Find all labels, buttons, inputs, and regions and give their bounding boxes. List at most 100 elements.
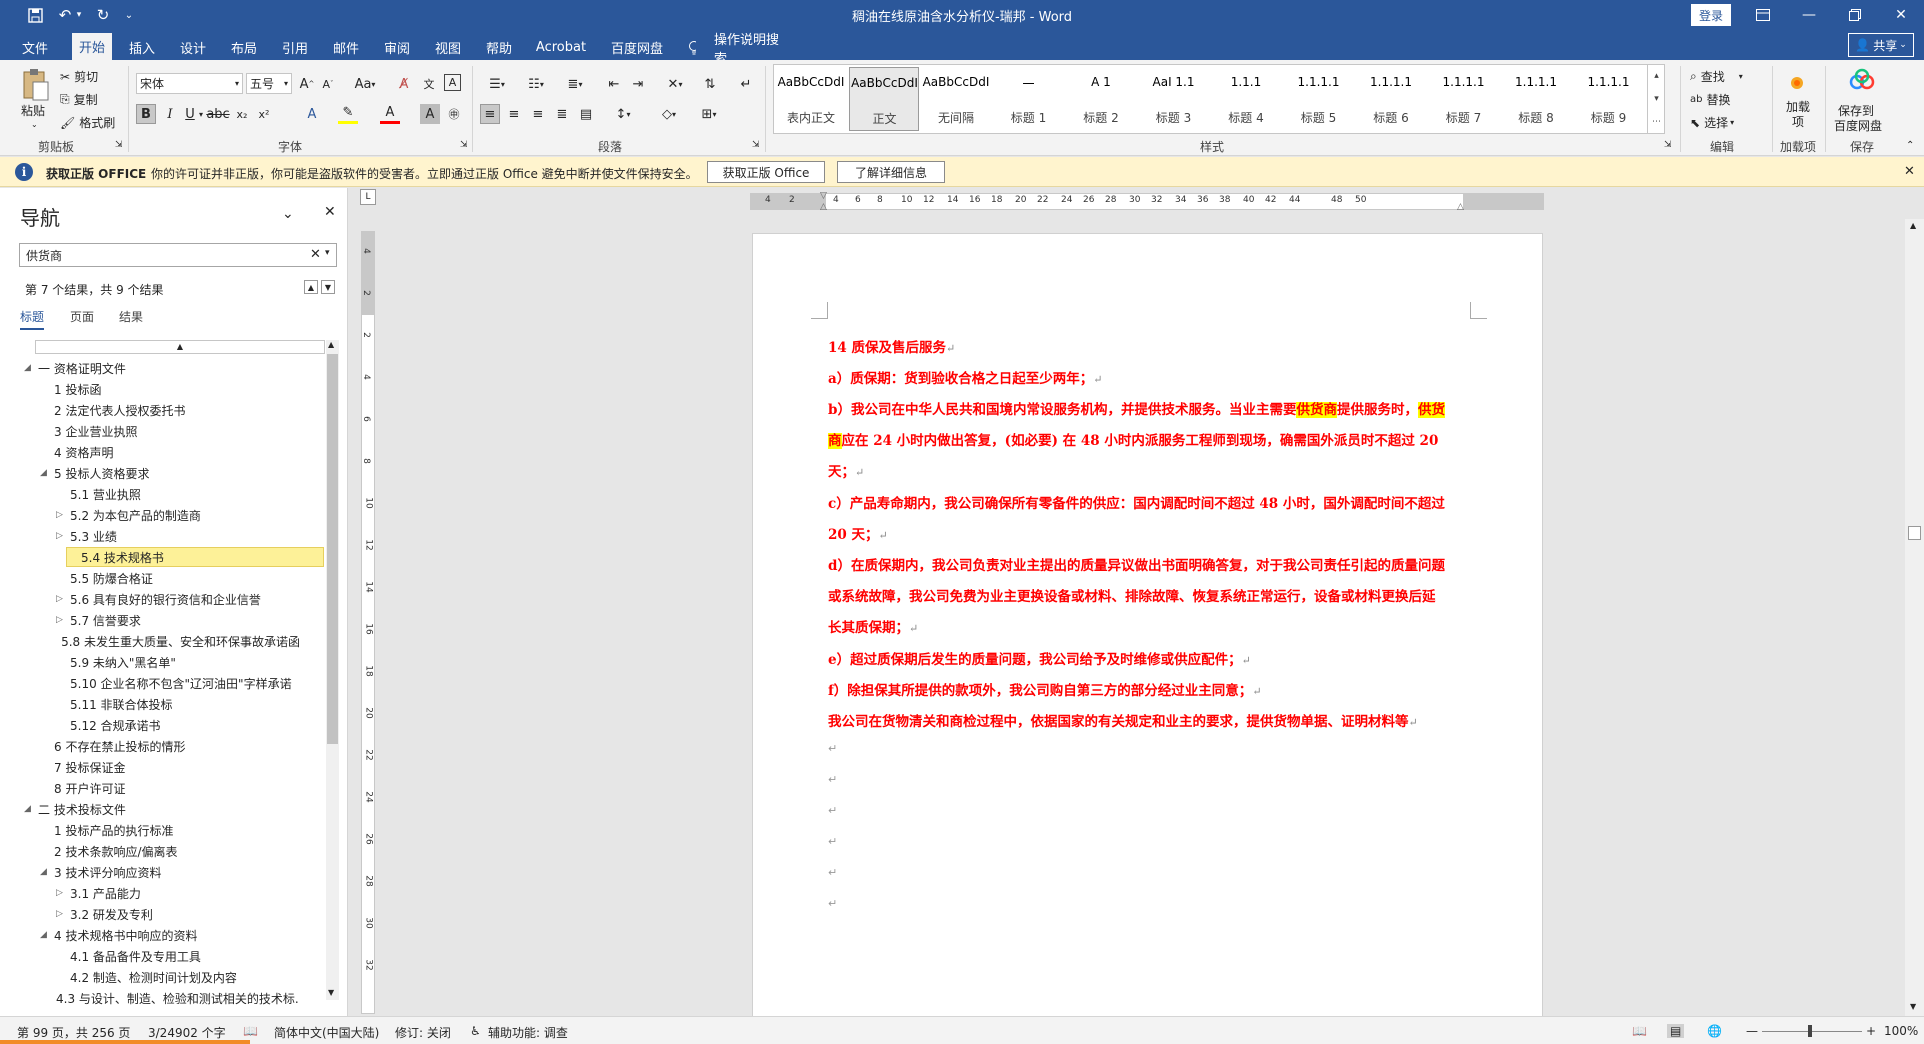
- zoom-in-icon[interactable]: +: [1866, 1024, 1876, 1038]
- multilevel-list-icon[interactable]: ≣ ▾: [560, 74, 590, 94]
- document-line[interactable]: 14 质保及售后服务↵: [828, 336, 955, 356]
- bullets-icon[interactable]: ☰ ▾: [482, 74, 512, 94]
- chevron-down-icon[interactable]: ⌄: [282, 206, 294, 222]
- font-color-icon[interactable]: A: [380, 104, 400, 124]
- tab-file[interactable]: 文件: [14, 35, 56, 60]
- clipboard-launcher-icon[interactable]: ⇲: [115, 140, 123, 150]
- collapse-triangle-icon[interactable]: ◢: [24, 363, 38, 373]
- document-line[interactable]: d）在质保期内，我公司负责对业主提出的质量异议做出书面明确答复，对于我公司责任引…: [828, 554, 1445, 574]
- document-line[interactable]: e）超过质保期后发生的质量问题，我公司给予及时维修或供应配件；↵: [828, 648, 1251, 668]
- close-icon[interactable]: ✕: [324, 204, 336, 220]
- nav-heading-item[interactable]: ◢ 一 资格证明文件: [24, 358, 300, 378]
- more-styles-icon[interactable]: ⋯: [1652, 117, 1661, 127]
- nav-heading-item[interactable]: ◢ 二 技术投标文件: [24, 799, 300, 819]
- copy-button[interactable]: ⎘ 复制: [60, 91, 98, 108]
- close-icon[interactable]: ✕: [1878, 0, 1924, 30]
- chevron-down-icon[interactable]: ▾: [284, 79, 288, 88]
- nav-heading-item[interactable]: 5.12 合规承诺书: [56, 715, 300, 735]
- nav-heading-item[interactable]: 2 法定代表人授权委托书: [40, 400, 300, 420]
- collapse-triangle-icon[interactable]: ◢: [40, 930, 54, 940]
- save-netdisk-button[interactable]: 百度网盘: [1834, 117, 1882, 134]
- nav-heading-item[interactable]: 3 企业营业执照: [40, 421, 300, 441]
- expand-triangle-icon[interactable]: ▷: [56, 909, 70, 919]
- line-spacing-icon[interactable]: ↕ ▾: [608, 104, 638, 124]
- character-shading-icon[interactable]: A: [420, 104, 440, 124]
- accessibility-status[interactable]: 辅助功能: 调查: [488, 1024, 568, 1041]
- nav-heading-item[interactable]: ◢ 3 技术评分响应资料: [40, 862, 300, 882]
- tab-design[interactable]: 设计: [173, 35, 213, 60]
- show-marks-icon[interactable]: ↵: [736, 74, 756, 94]
- empty-paragraph-mark[interactable]: ↵: [828, 866, 837, 879]
- text-effects-icon[interactable]: A: [302, 104, 322, 124]
- document-line[interactable]: f）除担保其所提供的款项外，我公司购自第三方的部分经过业主同意；↵: [828, 679, 1262, 699]
- highlight-icon[interactable]: ✎: [338, 104, 358, 124]
- nav-scrollbar[interactable]: ▲ ▼: [326, 340, 339, 1000]
- tab-layout[interactable]: 布局: [224, 35, 264, 60]
- document-scrollbar[interactable]: ▲ ▼: [1905, 219, 1924, 1016]
- tab-insert[interactable]: 插入: [122, 35, 162, 60]
- expand-triangle-icon[interactable]: ▷: [56, 888, 70, 898]
- paste-dropdown-icon[interactable]: ⌄: [31, 120, 38, 129]
- style-item[interactable]: 1.1.1.1 标题 6: [1356, 67, 1426, 131]
- tell-me-search[interactable]: 操作说明搜索: [710, 33, 792, 67]
- subscript-icon[interactable]: x₂: [232, 104, 252, 124]
- search-options-icon[interactable]: ▾: [325, 248, 330, 258]
- shrink-font-icon[interactable]: Aˇ: [318, 74, 338, 94]
- underline-dropdown-icon[interactable]: ▾: [196, 104, 206, 124]
- read-mode-icon[interactable]: 📖: [1632, 1024, 1647, 1038]
- nav-heading-item[interactable]: ◢ 4 技术规格书中响应的资料: [40, 925, 300, 945]
- scroll-down-icon[interactable]: ▼: [328, 988, 334, 997]
- decrease-indent-icon[interactable]: ⇤: [604, 74, 624, 94]
- align-right-icon[interactable]: ≡: [528, 104, 548, 124]
- nav-heading-item[interactable]: 6 不存在禁止投标的情形: [40, 736, 300, 756]
- nav-heading-item[interactable]: 5.1 营业执照: [56, 484, 300, 504]
- style-item[interactable]: A 1 标题 2: [1066, 67, 1136, 131]
- distributed-icon[interactable]: ▤: [576, 104, 596, 124]
- grow-font-icon[interactable]: A ^: [297, 74, 317, 94]
- tab-home[interactable]: 开始: [72, 33, 112, 60]
- expand-triangle-icon[interactable]: ▷: [56, 531, 70, 541]
- document-line[interactable]: 商应在 24 小时内做出答复，(如必要) 在 48 小时内派服务工程师到现场，确…: [828, 429, 1438, 449]
- paragraph-launcher-icon[interactable]: ⇲: [752, 140, 760, 150]
- track-changes-status[interactable]: 修订: 关闭: [395, 1024, 451, 1041]
- empty-paragraph-mark[interactable]: ↵: [828, 897, 837, 910]
- learn-more-button[interactable]: 了解详细信息: [837, 161, 945, 183]
- empty-paragraph-mark[interactable]: ↵: [828, 804, 837, 817]
- tab-results[interactable]: 结果: [119, 308, 143, 325]
- cut-button[interactable]: ✂ 剪切: [60, 68, 98, 85]
- accessibility-icon[interactable]: ♿: [470, 1024, 481, 1038]
- italic-icon[interactable]: I: [160, 104, 180, 124]
- tab-pages[interactable]: 页面: [70, 308, 94, 325]
- align-center-icon[interactable]: ≡: [504, 104, 524, 124]
- next-result-icon[interactable]: ▼: [321, 280, 335, 294]
- nav-heading-item[interactable]: 2 技术条款响应/偏离表: [40, 841, 300, 861]
- style-item[interactable]: AaBbCcDdI 无间隔: [921, 67, 991, 131]
- numbering-icon[interactable]: ☷ ▾: [521, 74, 551, 94]
- nav-heading-item[interactable]: ▷ 5.6 具有良好的银行资信和企业信誉: [56, 589, 300, 609]
- tab-view[interactable]: 视图: [428, 35, 468, 60]
- document-page[interactable]: 14 质保及售后服务↵ a）质保期：货到验收合格之日起至少两年；↵ b）我公司在中华…: [752, 233, 1543, 1023]
- print-layout-icon[interactable]: ▤: [1667, 1024, 1685, 1038]
- borders-icon[interactable]: ⊞ ▾: [694, 104, 724, 124]
- collapse-triangle-icon[interactable]: ◢: [40, 468, 54, 478]
- baidu-cloud-icon[interactable]: [1848, 68, 1876, 94]
- language-status[interactable]: 简体中文(中国大陆): [274, 1024, 379, 1041]
- collapse-triangle-icon[interactable]: ◢: [40, 867, 54, 877]
- nav-heading-item[interactable]: 7 投标保证金: [40, 757, 300, 777]
- document-line[interactable]: c）产品寿命期内，我公司确保所有零备件的供应：国内调配时间不超过 48 小时，国…: [828, 492, 1445, 512]
- nav-heading-item[interactable]: ▷ 5.3 业绩: [56, 526, 300, 546]
- tab-review[interactable]: 审阅: [377, 35, 417, 60]
- tab-references[interactable]: 引用: [275, 35, 315, 60]
- replace-button[interactable]: ab 替换: [1690, 91, 1731, 108]
- font-name-input[interactable]: 宋体 ▾: [136, 73, 243, 94]
- nav-heading-item[interactable]: 5.10 企业名称不包含"辽河油田"字样承诺: [56, 673, 300, 693]
- first-line-indent-marker[interactable]: ▽: [820, 191, 827, 201]
- collapse-triangle-icon[interactable]: ◢: [24, 804, 38, 814]
- find-button[interactable]: ⌕ 查找 ▾: [1690, 68, 1743, 85]
- chevron-up-icon[interactable]: ▴: [1654, 71, 1659, 81]
- format-painter-button[interactable]: 🖌 格式刷: [60, 114, 115, 131]
- expand-triangle-icon[interactable]: ▷: [56, 594, 70, 604]
- style-item[interactable]: 1.1.1.1 标题 5: [1284, 67, 1354, 131]
- font-size-input[interactable]: 五号 ▾: [246, 73, 292, 94]
- get-genuine-button[interactable]: 获取正版 Office: [707, 161, 825, 183]
